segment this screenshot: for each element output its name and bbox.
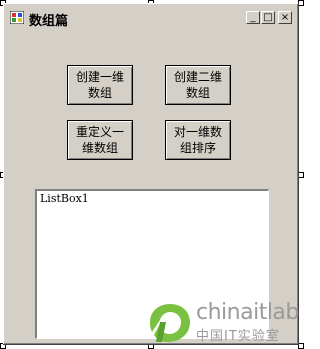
redefine-1d-array-button[interactable]: 重定义一维数组	[67, 120, 133, 160]
list-item[interactable]: ListBox1	[40, 192, 89, 205]
watermark-brand: chinaitlab	[196, 300, 299, 325]
app-icon	[10, 11, 24, 24]
title-bar[interactable]: 数组篇 _ □ ×	[6, 6, 296, 29]
create-1d-array-button[interactable]: 创建一维数组	[67, 65, 133, 105]
watermark-logo-icon	[150, 304, 190, 342]
watermark-subtitle: 中国IT实验室	[196, 329, 280, 344]
window-title: 数组篇	[29, 14, 69, 29]
maximize-button[interactable]: □	[261, 11, 275, 24]
minimize-button[interactable]: _	[246, 11, 260, 24]
sort-1d-array-button[interactable]: 对一维数组排序	[165, 120, 231, 160]
form-window: 数组篇 _ □ × 创建一维数组 创建二维数组 重定义一维数组 对一维数组排序 …	[3, 3, 299, 345]
create-2d-array-button[interactable]: 创建二维数组	[165, 65, 231, 105]
close-button[interactable]: ×	[278, 11, 292, 24]
